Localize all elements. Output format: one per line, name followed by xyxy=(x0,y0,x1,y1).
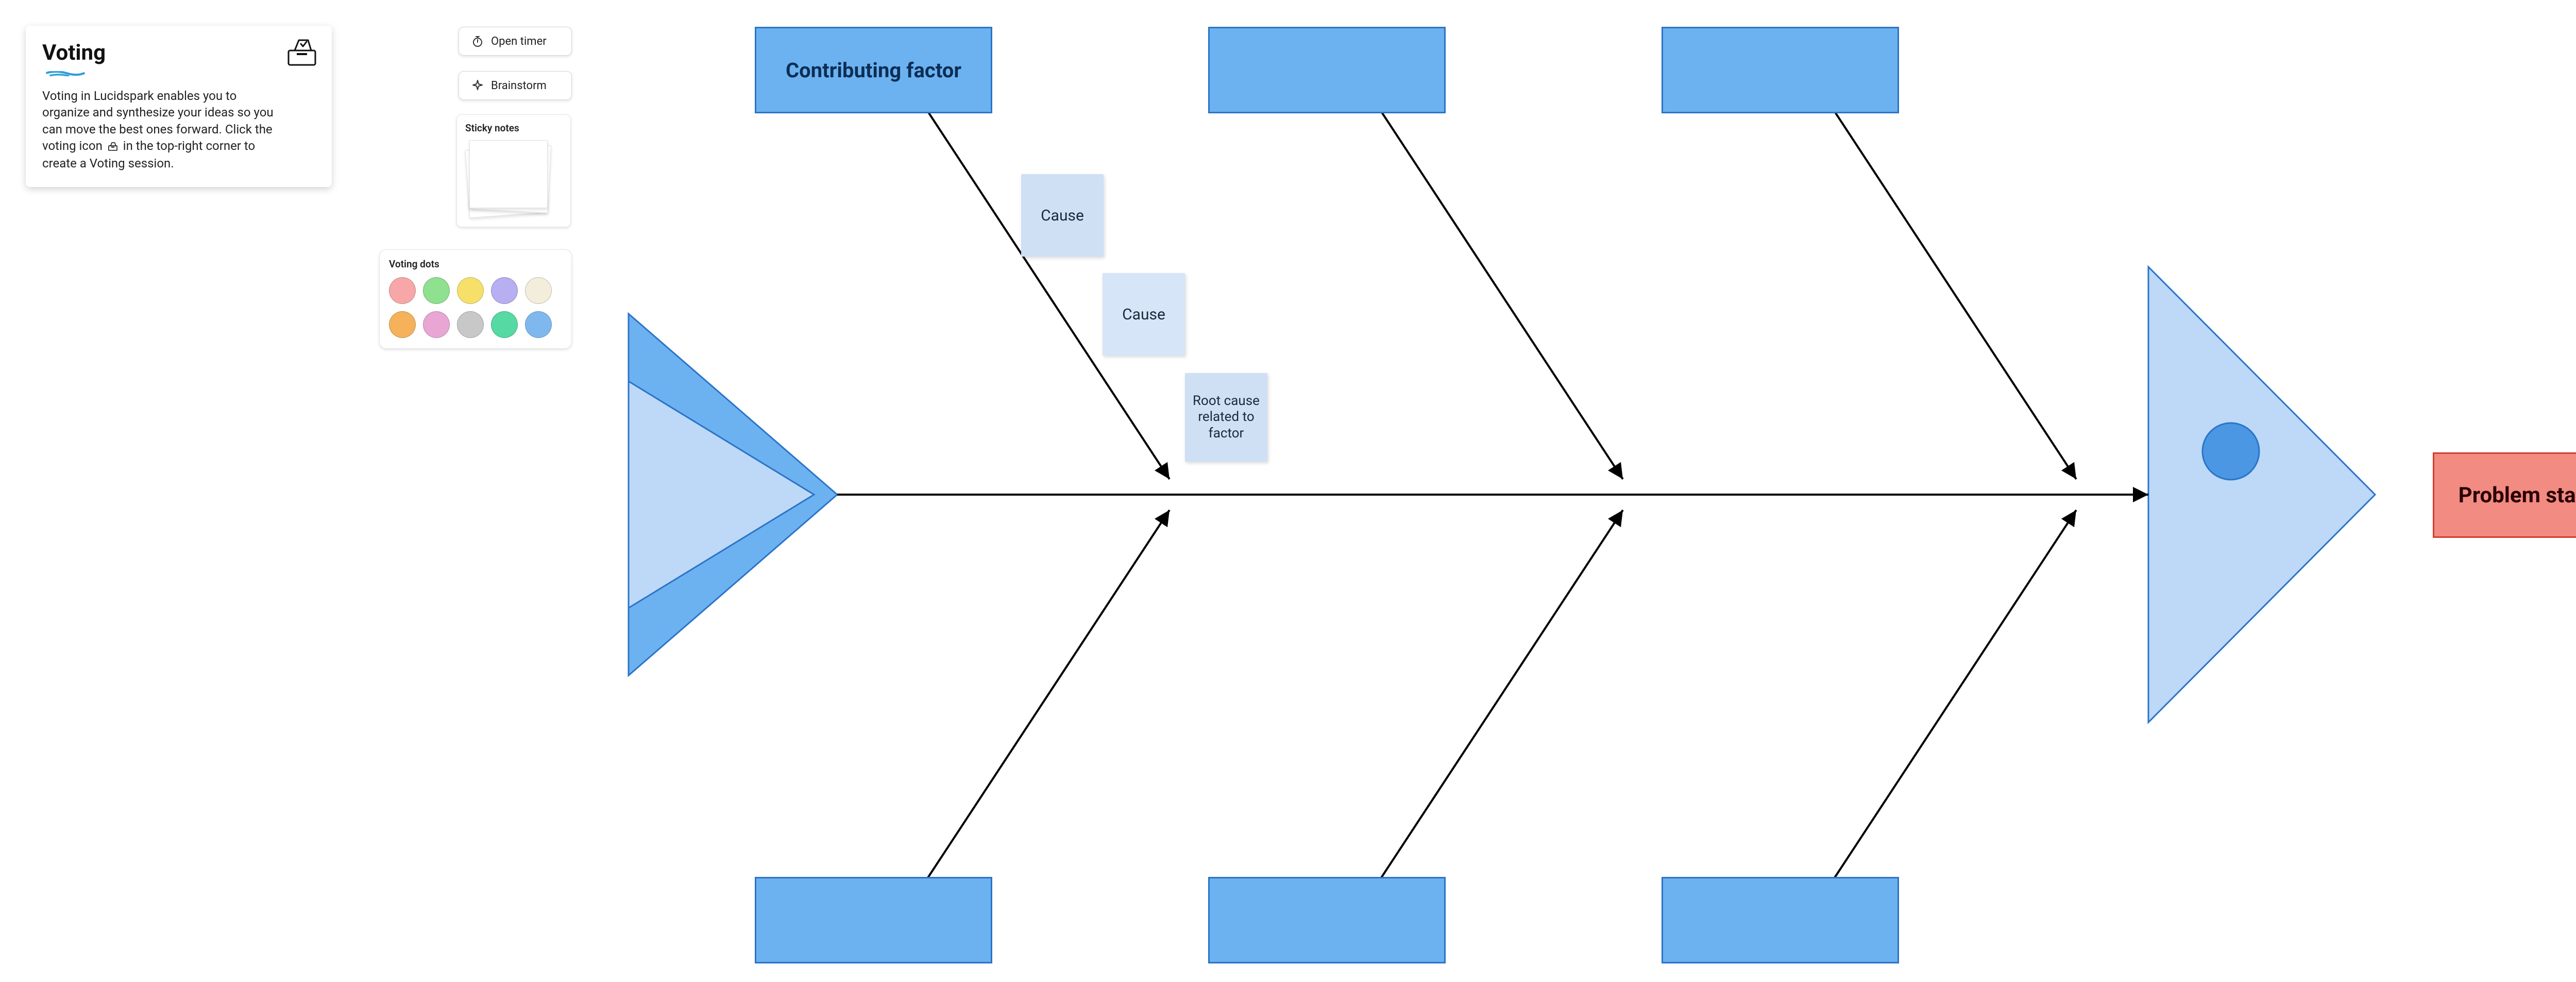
bone-bottom-1 xyxy=(927,510,1170,878)
bone-top-3 xyxy=(1834,111,2076,479)
bone-bottom-3 xyxy=(1834,510,2076,878)
cause-note-2[interactable]: Cause xyxy=(1103,273,1185,355)
factor-box-bottom-1[interactable] xyxy=(755,877,992,963)
factor-box-top-3[interactable] xyxy=(1662,27,1899,113)
fishbone-svg xyxy=(0,0,2576,982)
factor-box-top-1[interactable]: Contributing factor xyxy=(755,27,992,113)
factor-box-top-2[interactable] xyxy=(1208,27,1446,113)
fish-eye xyxy=(2202,423,2259,480)
bone-bottom-2 xyxy=(1381,510,1623,878)
factor-box-bottom-3[interactable] xyxy=(1662,877,1899,963)
fish-tail[interactable] xyxy=(629,314,837,675)
factor-box-bottom-2[interactable] xyxy=(1208,877,1446,963)
problem-statement-box[interactable]: Problem statement xyxy=(2433,452,2576,538)
cause-note-3[interactable]: Root cause related to factor xyxy=(1185,373,1267,462)
bone-top-2 xyxy=(1381,111,1623,479)
cause-note-1[interactable]: Cause xyxy=(1021,174,1104,257)
fish-head[interactable] xyxy=(2148,267,2375,722)
